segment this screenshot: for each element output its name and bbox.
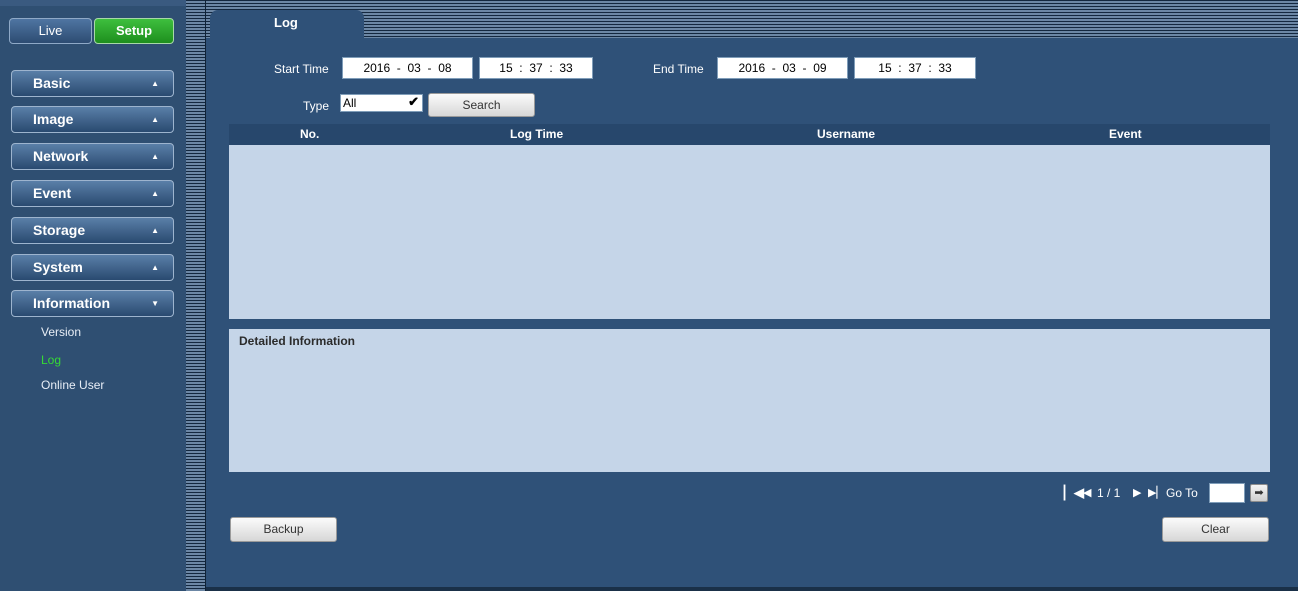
- collapse-arrow-icon: ▼: [151, 299, 159, 308]
- start-year[interactable]: 2016: [363, 61, 390, 75]
- start-day[interactable]: 08: [438, 61, 451, 75]
- detail-panel: Detailed Information: [229, 329, 1270, 472]
- menu-system[interactable]: System ▲: [11, 254, 174, 281]
- menu-information[interactable]: Information ▼: [11, 290, 174, 317]
- expand-arrow-icon: ▲: [151, 115, 159, 124]
- end-date-field[interactable]: 2016 - 03 - 09: [717, 57, 848, 79]
- menu-label: Information: [33, 295, 110, 311]
- sidebar-separator: [186, 0, 206, 591]
- end-year[interactable]: 2016: [738, 61, 765, 75]
- sidebar-top-stripe: [0, 0, 186, 6]
- expand-arrow-icon: ▲: [151, 79, 159, 88]
- menu-image[interactable]: Image ▲: [11, 106, 174, 133]
- menu-label: Image: [33, 111, 74, 127]
- end-day[interactable]: 09: [813, 61, 826, 75]
- start-time-label: Start Time: [274, 62, 329, 76]
- submenu-version[interactable]: Version: [41, 325, 81, 339]
- end-month[interactable]: 03: [782, 61, 795, 75]
- column-header-log-time: Log Time: [510, 127, 564, 141]
- goto-arrow-icon[interactable]: ➡: [1250, 484, 1268, 502]
- column-header-event: Event: [1109, 127, 1142, 141]
- live-button[interactable]: Live: [9, 18, 92, 44]
- last-page-icon[interactable]: ▶▏: [1148, 484, 1165, 502]
- start-hour[interactable]: 15: [499, 61, 512, 75]
- end-minute[interactable]: 37: [908, 61, 921, 75]
- menu-label: Event: [33, 185, 72, 201]
- submenu-log[interactable]: Log: [41, 353, 61, 367]
- start-minute[interactable]: 37: [529, 61, 542, 75]
- detail-title: Detailed Information: [239, 334, 356, 348]
- page-indicator: 1 / 1: [1097, 486, 1121, 500]
- log-table-header: No. Log Time Username Event: [229, 124, 1270, 145]
- menu-label: Storage: [33, 222, 86, 238]
- type-value: All: [343, 96, 357, 110]
- start-second[interactable]: 33: [559, 61, 572, 75]
- end-time-label: End Time: [653, 62, 704, 76]
- menu-label: Basic: [33, 75, 71, 91]
- log-table-body[interactable]: [229, 145, 1270, 319]
- sidebar: Live Setup Basic ▲ Image ▲ Network ▲ Eve…: [0, 0, 186, 591]
- expand-arrow-icon: ▲: [151, 263, 159, 272]
- expand-arrow-icon: ▲: [151, 226, 159, 235]
- goto-page-input[interactable]: [1209, 483, 1245, 503]
- backup-button[interactable]: Backup: [230, 517, 337, 542]
- first-page-icon[interactable]: ▏◀: [1064, 484, 1084, 502]
- goto-label: Go To: [1166, 486, 1198, 500]
- menu-label: Network: [33, 148, 89, 164]
- tab-log[interactable]: Log: [210, 10, 364, 40]
- type-label: Type: [303, 99, 330, 113]
- next-page-icon[interactable]: ▶: [1133, 484, 1141, 502]
- clear-button[interactable]: Clear: [1162, 517, 1269, 542]
- menu-event[interactable]: Event ▲: [11, 180, 174, 207]
- menu-basic[interactable]: Basic ▲: [11, 70, 174, 97]
- menu-network[interactable]: Network ▲: [11, 143, 174, 170]
- end-second[interactable]: 33: [938, 61, 951, 75]
- search-button[interactable]: Search: [428, 93, 535, 117]
- submenu-online-user[interactable]: Online User: [41, 378, 104, 392]
- tab-baseline: [206, 38, 1298, 41]
- end-hour[interactable]: 15: [878, 61, 891, 75]
- menu-storage[interactable]: Storage ▲: [11, 217, 174, 244]
- column-header-no: No.: [300, 127, 320, 141]
- main-panel: Log Start Time 2016 - 03 - 08 15 : 37 : …: [206, 0, 1298, 591]
- menu-label: System: [33, 259, 83, 275]
- start-month[interactable]: 03: [407, 61, 420, 75]
- expand-arrow-icon: ▲: [151, 152, 159, 161]
- end-time-field[interactable]: 15 : 37 : 33: [854, 57, 976, 79]
- start-time-field[interactable]: 15 : 37 : 33: [479, 57, 593, 79]
- start-date-field[interactable]: 2016 - 03 - 08: [342, 57, 473, 79]
- type-select[interactable]: All ✔: [340, 94, 423, 112]
- setup-button[interactable]: Setup: [94, 18, 174, 44]
- tab-strip: [206, 0, 1298, 38]
- column-header-username: Username: [817, 127, 876, 141]
- expand-arrow-icon: ▲: [151, 189, 159, 198]
- bottom-edge: [206, 587, 1298, 591]
- prev-page-icon[interactable]: ◀: [1083, 484, 1091, 502]
- chevron-down-icon: ✔: [408, 94, 419, 109]
